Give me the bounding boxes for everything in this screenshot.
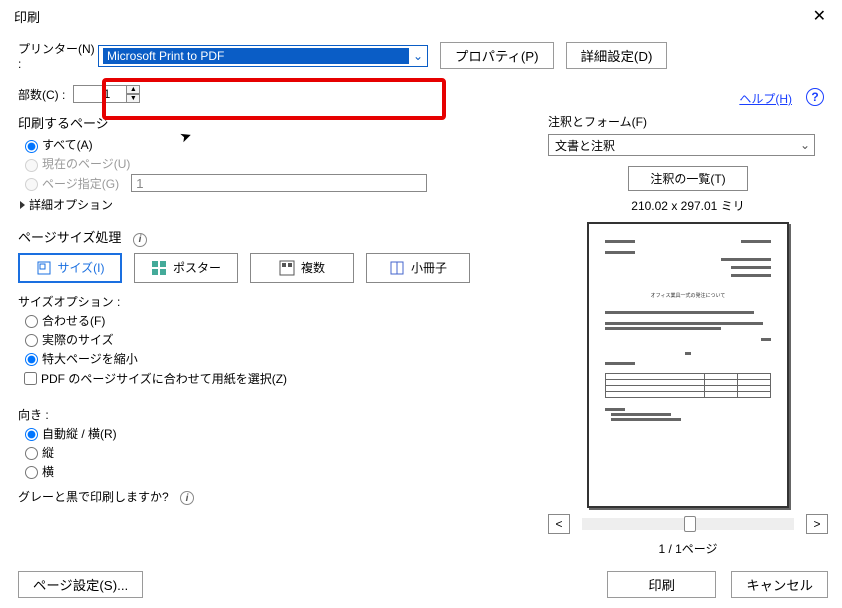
radio-orient-landscape[interactable]: 横 <box>20 463 548 480</box>
size-icon <box>36 260 52 276</box>
triangle-right-icon <box>20 201 25 209</box>
multiple-icon <box>279 260 295 276</box>
page-setup-button[interactable]: ページ設定(S)... <box>18 571 143 598</box>
tab-booklet[interactable]: 小冊子 <box>366 253 470 283</box>
advanced-options-toggle[interactable]: 詳細オプション <box>20 196 548 213</box>
help-link[interactable]: ヘルプ(H) <box>739 90 792 107</box>
size-handling-title: ページサイズ処理 <box>18 230 121 245</box>
radio-orient-auto[interactable]: 自動縦 / 横(R) <box>20 425 548 442</box>
window-title: 印刷 <box>14 7 40 26</box>
info-icon[interactable]: i <box>180 491 194 505</box>
printer-label: プリンター(N) : <box>18 40 98 71</box>
comments-select[interactable]: 文書と注釈 ⌄ <box>548 134 815 156</box>
chevron-down-icon: ⌄ <box>796 138 814 152</box>
info-icon[interactable]: i <box>133 233 147 247</box>
properties-button[interactable]: プロパティ(P) <box>440 42 554 69</box>
tab-multiple[interactable]: 複数 <box>250 253 354 283</box>
advanced-settings-button[interactable]: 詳細設定(D) <box>566 42 668 69</box>
slider-thumb[interactable] <box>684 516 696 532</box>
print-preview: オフィス業具一式の発注について <box>587 222 789 508</box>
comments-title: 注釈とフォーム(F) <box>548 113 828 130</box>
grayscale-label: グレーと黒で印刷しますか? <box>18 490 169 504</box>
radio-actual[interactable]: 実際のサイズ <box>20 331 548 348</box>
copies-spinner[interactable]: ▲ ▼ <box>126 85 140 103</box>
orientation-title: 向き : <box>18 406 548 423</box>
next-page-button[interactable]: > <box>806 514 828 534</box>
radio-shrink[interactable]: 特大ページを縮小 <box>20 350 548 367</box>
prev-page-button[interactable]: < <box>548 514 570 534</box>
preview-slider[interactable] <box>582 518 794 530</box>
poster-icon <box>151 260 167 276</box>
size-options-label: サイズオプション : <box>18 293 548 310</box>
copies-input[interactable] <box>73 85 127 103</box>
page-range-input[interactable] <box>131 174 427 192</box>
page-count: 1 / 1ページ <box>548 540 828 557</box>
comments-value: 文書と注釈 <box>555 137 615 154</box>
print-button[interactable]: 印刷 <box>607 571 716 598</box>
copies-label: 部数(C) : <box>18 86 65 103</box>
cancel-button[interactable]: キャンセル <box>731 571 828 598</box>
spinner-down-icon[interactable]: ▼ <box>126 94 140 103</box>
paper-size-label: 210.02 x 297.01 ミリ <box>548 197 828 214</box>
spinner-up-icon[interactable]: ▲ <box>126 85 140 94</box>
tab-size[interactable]: サイズ(I) <box>18 253 122 283</box>
radio-fit[interactable]: 合わせる(F) <box>20 312 548 329</box>
radio-orient-portrait[interactable]: 縦 <box>20 444 548 461</box>
printer-value: Microsoft Print to PDF <box>103 48 409 64</box>
radio-all[interactable]: すべて(A) <box>20 136 548 153</box>
printer-select[interactable]: Microsoft Print to PDF ⌄ <box>98 45 428 67</box>
chevron-down-icon: ⌄ <box>409 49 427 63</box>
booklet-icon <box>389 260 405 276</box>
radio-range[interactable]: ページ指定(G) <box>20 175 119 192</box>
tab-poster[interactable]: ポスター <box>134 253 238 283</box>
help-icon[interactable]: ? <box>806 88 824 106</box>
pages-section-title: 印刷するページ <box>18 113 548 132</box>
radio-current[interactable]: 現在のページ(U) <box>20 155 548 172</box>
comments-list-button[interactable]: 注釈の一覧(T) <box>628 166 748 191</box>
check-select-paper[interactable]: PDF のページサイズに合わせて用紙を選択(Z) <box>20 369 548 388</box>
radio-range-row: ページ指定(G) <box>20 174 548 192</box>
close-icon[interactable]: ✕ <box>807 6 832 26</box>
